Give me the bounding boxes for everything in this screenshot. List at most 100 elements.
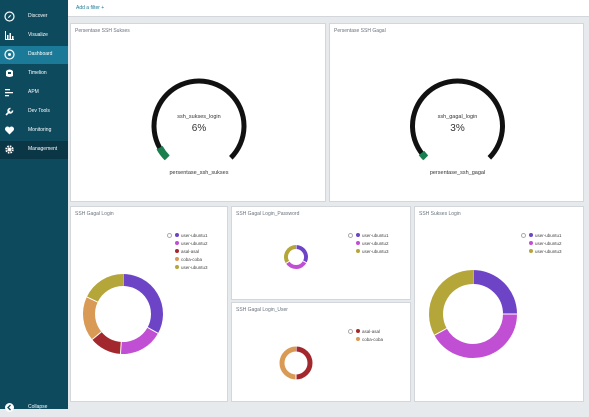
bar-chart-icon (5, 31, 14, 40)
apm-icon (5, 89, 13, 97)
legend-item[interactable]: user-ubuntu1 (175, 231, 208, 239)
legend-item[interactable]: asal-asal (356, 327, 383, 335)
legend-label: user-ubuntu1 (362, 232, 389, 238)
legend-label: user-ubuntu2 (362, 240, 389, 246)
legend-label: coba-coba (362, 336, 384, 342)
gauge-panel-gagal: Persentase SSH Gagal ssh_gagal_login 3% … (329, 23, 584, 202)
legend-toggle[interactable] (348, 233, 353, 238)
chart-legend: asal-asal coba-coba (356, 327, 383, 343)
legend-label: user-ubuntu1 (535, 232, 562, 238)
gauge-metric-label: ssh_gagal_login (437, 114, 478, 120)
gauge-panel-sukses: Persentase SSH Sukses ssh_sukses_login 6… (70, 23, 326, 202)
legend-item[interactable]: user-ubuntu1 (529, 231, 562, 239)
legend-item[interactable]: user-ubuntu2 (356, 239, 389, 247)
donut-slice-user-ubuntu3[interactable] (284, 245, 297, 264)
donut-slice-user-ubuntu2[interactable] (434, 313, 517, 358)
legend-label: asal-asal (181, 248, 200, 254)
donut-panel-gagal-login: SSH Gagal Login user-ubuntu1 user-ubuntu2… (70, 206, 228, 402)
legend-item[interactable]: coba-coba (175, 255, 208, 263)
collapse-icon (5, 403, 14, 412)
donut-slice-asal-asal[interactable] (295, 346, 313, 380)
chart-legend: user-ubuntu1 user-ubuntu2 asal-asal coba-co… (175, 231, 208, 271)
legend-swatch (529, 249, 533, 253)
legend-swatch (356, 337, 360, 341)
sidebar-item-dev-tools[interactable]: Dev Tools (0, 103, 68, 121)
donut-slice-coba-coba[interactable] (83, 296, 102, 340)
donut-panel-gagal-password: SSH Gagal Login_Password user-ubuntu1 use… (231, 206, 411, 300)
donut-chart (279, 346, 313, 380)
sidebar-item-discover[interactable]: Discover (0, 8, 68, 26)
donut-slice-user-ubuntu1[interactable] (122, 274, 163, 334)
sidebar-item-label: Timelion (28, 70, 47, 76)
collapse-label: Collapse (28, 404, 48, 410)
filter-bar: Add a filter + (68, 0, 589, 17)
legend-item[interactable]: user-ubuntu3 (175, 263, 208, 271)
legend-toggle[interactable] (521, 233, 526, 238)
chart-legend: user-ubuntu1 user-ubuntu2 user-ubuntu3 (529, 231, 562, 255)
legend-item[interactable]: user-ubuntu3 (356, 247, 389, 255)
legend-swatch (356, 249, 360, 253)
sidebar-item-label: Dev Tools (28, 108, 50, 114)
sidebar-nav: Discover Visualize Dashboard Timelion AP… (0, 0, 68, 412)
sidebar-item-apm[interactable]: APM (0, 84, 68, 102)
timelion-icon (6, 69, 13, 77)
heartbeat-icon (5, 126, 14, 135)
legend-swatch (175, 265, 179, 269)
legend-swatch (529, 241, 533, 245)
gear-icon (5, 145, 14, 154)
sidebar-item-label: Dashboard (28, 51, 53, 57)
sidebar-item-visualize[interactable]: Visualize (0, 27, 68, 45)
legend-item[interactable]: asal-asal (175, 247, 208, 255)
legend-label: user-ubuntu3 (181, 264, 208, 270)
sidebar-item-label: Monitoring (28, 127, 52, 133)
donut-slice-user-ubuntu3[interactable] (86, 274, 124, 303)
legend-item[interactable]: user-ubuntu1 (356, 231, 389, 239)
gauge-fill (156, 145, 170, 161)
legend-item[interactable]: user-ubuntu2 (529, 239, 562, 247)
legend-swatch (529, 233, 533, 237)
gauge-value: 6% (191, 123, 207, 134)
sidebar-item-dashboard[interactable]: Dashboard (0, 46, 68, 64)
wrench-icon (5, 107, 14, 116)
donut-panel-gagal-user: SSH Gagal Login_User asal-asal coba-coba (231, 302, 411, 402)
sidebar-item-timelion[interactable]: Timelion (0, 65, 68, 83)
add-filter-link[interactable]: Add a filter + (76, 5, 104, 11)
legend-item[interactable]: coba-coba (356, 335, 383, 343)
donut-slice-user-ubuntu1[interactable] (472, 270, 517, 315)
legend-swatch (356, 233, 360, 237)
legend-swatch (175, 233, 179, 237)
legend-label: user-ubuntu1 (181, 232, 208, 238)
gauge-metric-label: ssh_sukses_login (177, 114, 221, 120)
donut-slice-user-ubuntu3[interactable] (429, 270, 474, 336)
sidebar-item-management[interactable]: Management (0, 141, 68, 159)
legend-label: coba-coba (181, 256, 203, 262)
donut-slice-user-ubuntu1[interactable] (295, 245, 308, 263)
gauge-subtitle: persentase_ssh_gagal (429, 170, 486, 176)
donut-slice-user-ubuntu2[interactable] (120, 327, 159, 354)
sidebar-collapse-button[interactable]: Collapse (0, 399, 68, 417)
legend-label: user-ubuntu2 (181, 240, 208, 246)
legend-swatch (175, 241, 179, 245)
legend-label: user-ubuntu2 (535, 240, 562, 246)
donut-slice-user-ubuntu2[interactable] (285, 260, 307, 269)
sidebar-item-label: Discover (28, 13, 48, 19)
donut-slice-asal-asal[interactable] (92, 331, 122, 354)
gauge-fill (418, 150, 429, 161)
compass-icon (4, 11, 15, 22)
donut-panel-sukses-login: SSH Sukses Login user-ubuntu1 user-ubuntu… (414, 206, 584, 402)
sidebar-item-monitoring[interactable]: Monitoring (0, 122, 68, 140)
sidebar-item-label: Management (28, 146, 58, 152)
gauge-subtitle: persentase_ssh_sukses (169, 170, 229, 176)
legend-toggle[interactable] (348, 329, 353, 334)
sidebar-item-label: Visualize (28, 32, 48, 38)
legend-label: user-ubuntu3 (535, 248, 562, 254)
legend-swatch (175, 249, 179, 253)
legend-item[interactable]: user-ubuntu2 (175, 239, 208, 247)
legend-toggle[interactable] (167, 233, 172, 238)
donut-slice-coba-coba[interactable] (279, 346, 297, 380)
legend-item[interactable]: user-ubuntu3 (529, 247, 562, 255)
legend-swatch (175, 257, 179, 261)
chart-legend: user-ubuntu1 user-ubuntu2 user-ubuntu3 (356, 231, 389, 255)
legend-swatch (356, 329, 360, 333)
legend-swatch (356, 241, 360, 245)
